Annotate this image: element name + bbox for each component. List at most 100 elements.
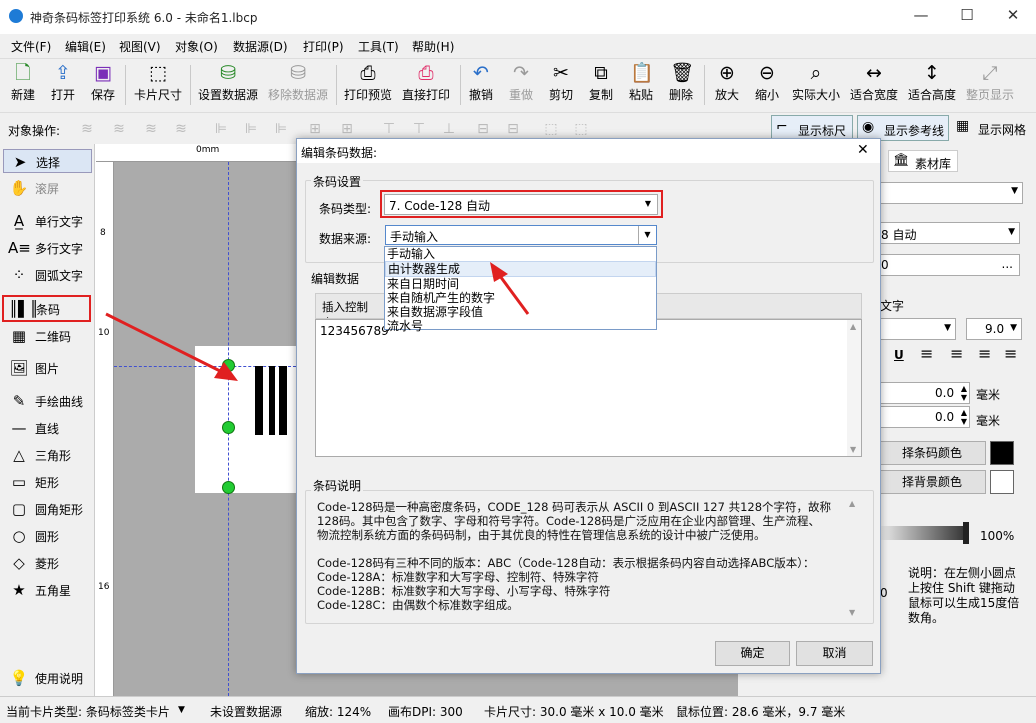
delete-button[interactable]: 🗑 删除 xyxy=(666,62,696,103)
fit-height-button[interactable]: ↕ 适合高度 xyxy=(906,62,958,103)
same-height-icon[interactable]: ⊟ xyxy=(504,120,522,138)
ok-button[interactable]: 确定 xyxy=(715,641,790,666)
tool-image[interactable]: 🖼 图片 xyxy=(3,356,92,380)
align-left-icon[interactable]: ⊫ xyxy=(212,120,230,138)
status-card-type[interactable]: 当前卡片类型: 条码标签类卡片 xyxy=(6,703,170,720)
datasource-select[interactable]: 手动输入 ▼ xyxy=(385,225,657,245)
menu-tools[interactable]: 工具(T) xyxy=(358,38,399,55)
paste-button[interactable]: 📋 粘贴 xyxy=(626,62,656,103)
layer-top-icon[interactable]: ≋ xyxy=(78,120,96,138)
tool-rectangle[interactable]: ▭ 矩形 xyxy=(3,470,92,494)
data-textarea[interactable]: 123456789 ▲ ▼ xyxy=(315,319,862,457)
menu-datasource[interactable]: 数据源(D) xyxy=(233,38,288,55)
group-icon[interactable]: ⬚ xyxy=(542,120,560,138)
dialog-close-icon[interactable]: ✕ xyxy=(857,142,869,158)
menu-object[interactable]: 对象(O) xyxy=(175,38,218,55)
rp-data-field[interactable]: 0... xyxy=(878,254,1020,276)
minimize-button[interactable]: — xyxy=(898,0,944,30)
tool-scroll[interactable]: ✋ 滚屏 xyxy=(3,176,92,200)
align-center-icon[interactable]: ⊫ xyxy=(242,120,260,138)
font-size-select[interactable]: 9.0 ▼ xyxy=(966,318,1022,340)
datasource-option[interactable]: 手动输入 xyxy=(385,247,656,261)
direct-print-button[interactable]: ⎙ 直接打印 xyxy=(400,62,452,103)
remove-datasource-button[interactable]: ⛁ 移除数据源 xyxy=(266,62,330,103)
align-center-icon[interactable]: ≡ xyxy=(950,344,963,363)
data-scrollbar[interactable]: ▲ ▼ xyxy=(847,320,861,456)
barcode-color-button[interactable]: 择条码颜色 xyxy=(878,441,986,465)
menu-edit[interactable]: 编辑(E) xyxy=(65,38,106,55)
tool-triangle[interactable]: △ 三角形 xyxy=(3,443,92,467)
close-button[interactable]: ✕ xyxy=(990,0,1036,30)
menu-file[interactable]: 文件(F) xyxy=(11,38,51,55)
align-top-icon[interactable]: ⊤ xyxy=(380,120,398,138)
tool-line[interactable]: — 直线 xyxy=(3,416,92,440)
selection-handle[interactable] xyxy=(222,421,235,434)
opacity-slider-thumb[interactable] xyxy=(963,522,969,544)
description-scrollbar[interactable]: ▲ ▼ xyxy=(848,499,860,617)
tool-multi-text[interactable]: A≡ 多行文字 xyxy=(3,236,92,260)
maximize-button[interactable]: ☐ xyxy=(944,0,990,30)
save-button[interactable]: ▣ 保存 xyxy=(88,62,118,103)
fit-width-button[interactable]: ↔ 适合宽度 xyxy=(848,62,900,103)
barcode-color-swatch[interactable] xyxy=(990,441,1014,465)
tool-arc-text[interactable]: ⁘ 圆弧文字 xyxy=(3,263,92,287)
barcode-type-select[interactable]: 7. Code-128 自动 ▼ xyxy=(384,194,658,215)
redo-button[interactable]: ↷ 重做 xyxy=(506,62,536,103)
align-middle-icon[interactable]: ⊤ xyxy=(410,120,428,138)
layer-up-icon[interactable]: ≋ xyxy=(110,120,128,138)
tool-rounded-rect[interactable]: ▢ 圆角矩形 xyxy=(3,497,92,521)
align-right-icon[interactable]: ≡ xyxy=(978,344,991,363)
align-right-icon[interactable]: ⊫ xyxy=(272,120,290,138)
ungroup-icon[interactable]: ⬚ xyxy=(572,120,590,138)
layer-down-icon[interactable]: ≋ xyxy=(142,120,160,138)
layer-bottom-icon[interactable]: ≋ xyxy=(172,120,190,138)
offset-y-field[interactable]: 0.0 ▲ ▼ xyxy=(878,406,970,428)
datasource-option[interactable]: 来自日期时间 xyxy=(385,277,656,291)
print-preview-button[interactable]: ⎙ 打印预览 xyxy=(342,62,394,103)
new-button[interactable]: 🗋 新建 xyxy=(8,62,38,103)
bg-color-button[interactable]: 择背景颜色 xyxy=(878,470,986,494)
tool-freehand[interactable]: ✎ 手绘曲线 xyxy=(3,389,92,413)
cancel-button[interactable]: 取消 xyxy=(796,641,873,666)
distribute-h-icon[interactable]: ⊞ xyxy=(306,120,324,138)
datasource-option[interactable]: 由计数器生成 xyxy=(385,261,656,277)
tool-single-text[interactable]: A̲ 单行文字 xyxy=(3,209,92,233)
open-button[interactable]: ⇪ 打开 xyxy=(48,62,78,103)
scroll-up-icon[interactable]: ▲ xyxy=(849,499,855,508)
full-page-button[interactable]: ⤢ 整页显示 xyxy=(964,62,1016,103)
selection-handle[interactable] xyxy=(222,359,235,372)
tool-barcode[interactable]: ║▌║ 条码 xyxy=(2,295,91,322)
rp-code-type[interactable]: 8 自动 ▼ xyxy=(878,222,1020,244)
same-width-icon[interactable]: ⊟ xyxy=(474,120,492,138)
opacity-slider[interactable] xyxy=(878,526,966,540)
align-bottom-icon[interactable]: ⊥ xyxy=(440,120,458,138)
card-size-button[interactable]: ⬚ 卡片尺寸 xyxy=(132,62,184,103)
actual-size-button[interactable]: ⌕ 实际大小 xyxy=(790,62,842,103)
tool-select[interactable]: ➤ 选择 xyxy=(3,149,92,173)
tool-diamond[interactable]: ◇ 菱形 xyxy=(3,551,92,575)
set-datasource-button[interactable]: ⛁ 设置数据源 xyxy=(196,62,260,103)
show-grid-toggle[interactable]: ▦ 显示网格 xyxy=(954,115,1034,141)
scroll-down-icon[interactable]: ▼ xyxy=(849,608,855,617)
copy-button[interactable]: ⧉ 复制 xyxy=(586,62,616,103)
menu-help[interactable]: 帮助(H) xyxy=(412,38,454,55)
menu-view[interactable]: 视图(V) xyxy=(119,38,161,55)
insert-control-char-button[interactable]: 插入控制字 xyxy=(316,294,386,318)
datasource-option[interactable]: 来自随机产生的数字 xyxy=(385,291,656,305)
align-left-icon[interactable]: ≡ xyxy=(920,344,933,363)
zoom-in-button[interactable]: ⊕ 放大 xyxy=(712,62,742,103)
tool-circle[interactable]: ○ 圆形 xyxy=(3,524,92,548)
scroll-down-icon[interactable]: ▼ xyxy=(850,445,856,454)
chevron-down-icon[interactable]: ▼ xyxy=(638,226,656,244)
undo-button[interactable]: ↶ 撤销 xyxy=(466,62,496,103)
datasource-option[interactable]: 来自数据源字段值 xyxy=(385,305,656,319)
offset-x-field[interactable]: 0.0 ▲ ▼ xyxy=(878,382,970,404)
selection-handle[interactable] xyxy=(222,481,235,494)
scroll-up-icon[interactable]: ▲ xyxy=(850,322,856,331)
tab-material[interactable]: 🏛 素材库 xyxy=(888,150,958,172)
tool-help[interactable]: 💡 使用说明 xyxy=(3,666,92,690)
underline-button[interactable]: U xyxy=(894,348,904,362)
distribute-v-icon[interactable]: ⊞ xyxy=(338,120,356,138)
zoom-out-button[interactable]: ⊖ 缩小 xyxy=(752,62,782,103)
justify-icon[interactable]: ≡ xyxy=(1004,344,1017,363)
